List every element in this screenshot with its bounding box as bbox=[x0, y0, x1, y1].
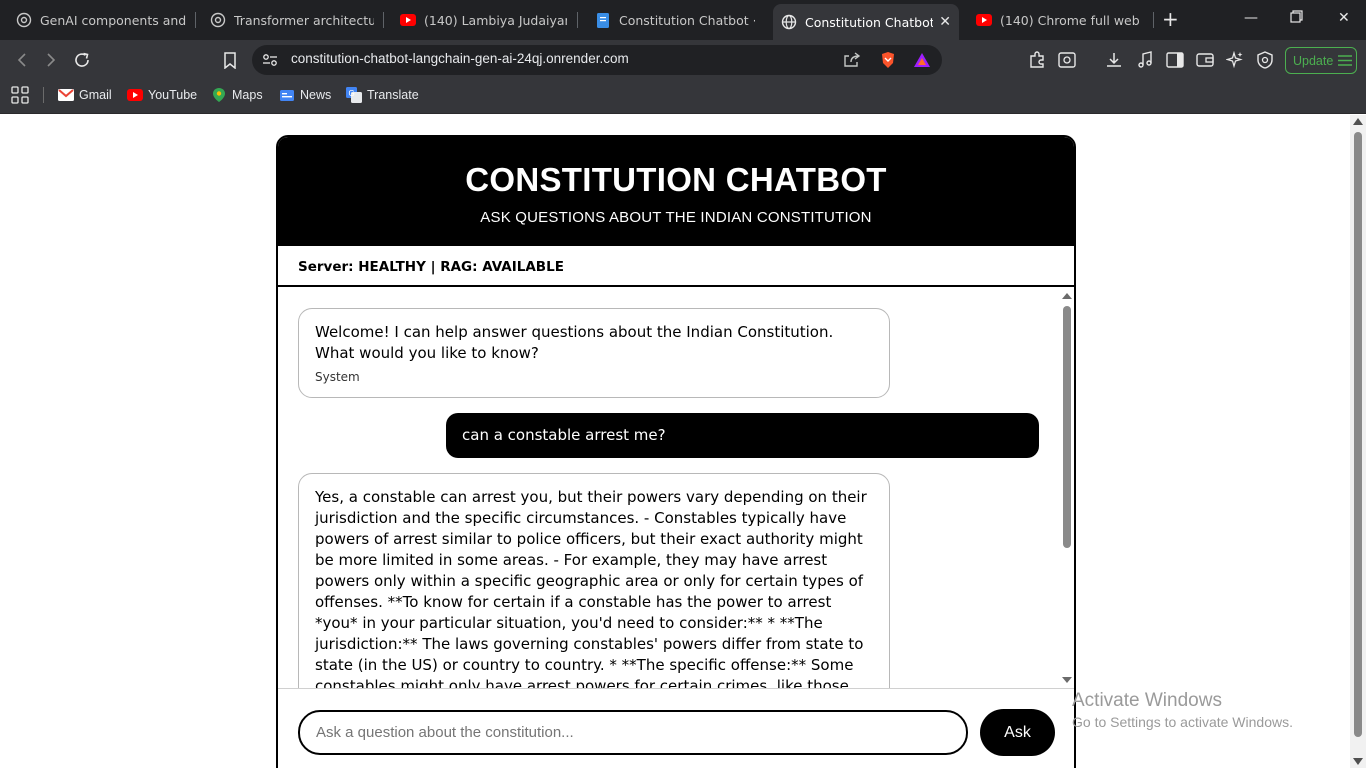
chatgpt-icon bbox=[210, 12, 226, 28]
app-header: CONSTITUTION CHATBOT ASK QUESTIONS ABOUT… bbox=[278, 137, 1074, 246]
question-input[interactable] bbox=[298, 710, 968, 755]
message-sender: System bbox=[315, 370, 360, 384]
youtube-icon bbox=[976, 12, 992, 28]
user-message: can a constable arrest me? bbox=[446, 413, 1039, 458]
input-bar: Ask bbox=[278, 688, 1074, 768]
page-viewport: CONSTITUTION CHATBOT ASK QUESTIONS ABOUT… bbox=[0, 115, 1350, 768]
bookmark-label: Gmail bbox=[79, 88, 112, 102]
brave-shield-icon[interactable] bbox=[878, 50, 898, 70]
page-subtitle: ASK QUESTIONS ABOUT THE INDIAN CONSTITUT… bbox=[480, 209, 872, 226]
tab-genai[interactable]: GenAI components and lea bbox=[8, 4, 194, 36]
document-icon bbox=[595, 12, 611, 28]
bot-message: Yes, a constable can arrest you, but the… bbox=[298, 473, 890, 688]
tab-transformer[interactable]: Transformer architecture ba bbox=[202, 4, 382, 36]
reload-icon[interactable] bbox=[72, 50, 92, 70]
page-scrollbar[interactable] bbox=[1350, 115, 1366, 768]
message-text: Welcome! I can help answer questions abo… bbox=[315, 323, 834, 362]
status-bar: Server: HEALTHY | RAG: AVAILABLE bbox=[278, 246, 1074, 287]
translate-icon: G bbox=[346, 87, 362, 103]
minimize-icon[interactable]: — bbox=[1244, 10, 1258, 26]
message-text: Yes, a constable can arrest you, but the… bbox=[315, 488, 867, 688]
update-button[interactable]: Update bbox=[1285, 47, 1357, 74]
tab-youtube-chrome[interactable]: (140) Chrome full webpage bbox=[968, 4, 1148, 36]
bookmark-label: Maps bbox=[232, 88, 263, 102]
tab-separator bbox=[383, 12, 384, 28]
tab-streamlit[interactable]: Constitution Chatbot · Strea bbox=[587, 4, 763, 36]
bookmark-separator bbox=[43, 87, 44, 103]
chatgpt-icon bbox=[16, 12, 32, 28]
youtube-icon bbox=[400, 12, 416, 28]
svg-text:G: G bbox=[349, 89, 355, 98]
chat-scrollbar[interactable] bbox=[1059, 288, 1074, 688]
bookmark-label: YouTube bbox=[148, 88, 198, 102]
youtube-icon bbox=[127, 88, 143, 102]
site-info-icon[interactable] bbox=[260, 50, 280, 70]
close-tab-icon[interactable]: ✕ bbox=[939, 14, 951, 30]
tab-constitution-chatbot[interactable]: Constitution Chatbot ✕ bbox=[773, 4, 959, 40]
tab-label: Constitution Chatbot · Strea bbox=[619, 12, 755, 28]
extensions-icon[interactable] bbox=[1027, 50, 1047, 70]
bookmark-news[interactable]: News bbox=[279, 87, 331, 103]
message-text: can a constable arrest me? bbox=[462, 426, 666, 444]
bookmark-youtube[interactable]: YouTube bbox=[127, 87, 197, 103]
new-tab-button[interactable]: + bbox=[1162, 9, 1179, 29]
tab-separator bbox=[195, 12, 196, 28]
bookmark-label: Translate bbox=[367, 88, 419, 102]
forward-icon[interactable] bbox=[41, 50, 61, 70]
media-icon[interactable] bbox=[1135, 50, 1155, 70]
tab-separator bbox=[577, 12, 578, 28]
chatbot-card: CONSTITUTION CHATBOT ASK QUESTIONS ABOUT… bbox=[276, 135, 1076, 768]
gmail-icon bbox=[58, 88, 74, 102]
tab-label: GenAI components and lea bbox=[40, 12, 186, 28]
scroll-down-arrow-icon[interactable] bbox=[1353, 758, 1363, 765]
bookmark-maps[interactable]: Maps bbox=[211, 87, 263, 103]
maps-icon bbox=[211, 88, 227, 102]
scroll-up-arrow-icon[interactable] bbox=[1062, 293, 1072, 299]
wallet-icon[interactable] bbox=[1195, 50, 1215, 70]
sidebar-icon[interactable] bbox=[1165, 50, 1185, 70]
globe-icon bbox=[781, 14, 797, 30]
bookmark-gmail[interactable]: Gmail bbox=[58, 87, 112, 103]
scroll-down-arrow-icon[interactable] bbox=[1062, 677, 1072, 683]
url-text[interactable]: constitution-chatbot-langchain-gen-ai-24… bbox=[291, 51, 629, 66]
watermark-title: Activate Windows bbox=[1072, 690, 1222, 711]
chat-history[interactable]: Welcome! I can help answer questions abo… bbox=[278, 288, 1074, 688]
menu-icon bbox=[1338, 55, 1353, 66]
update-label: Update bbox=[1293, 53, 1334, 68]
share-icon[interactable] bbox=[842, 50, 862, 70]
restore-icon[interactable] bbox=[1290, 10, 1303, 27]
bookmarks-bar bbox=[0, 80, 1366, 114]
news-icon bbox=[279, 88, 295, 102]
watermark-subtitle: Go to Settings to activate Windows. bbox=[1072, 714, 1293, 730]
scrollbar-thumb[interactable] bbox=[1354, 132, 1362, 737]
ask-button[interactable]: Ask bbox=[980, 709, 1055, 756]
status-text: Server: HEALTHY | RAG: AVAILABLE bbox=[298, 259, 564, 275]
back-icon[interactable] bbox=[12, 50, 32, 70]
reader-mode-icon[interactable] bbox=[1057, 50, 1077, 70]
windows-activation-watermark: Activate Windows Go to Settings to activ… bbox=[1072, 690, 1293, 730]
tab-label: Transformer architecture ba bbox=[234, 12, 374, 28]
page-title: CONSTITUTION CHATBOT bbox=[465, 161, 887, 198]
tab-label: (140) Chrome full webpage bbox=[1000, 12, 1140, 28]
tab-separator bbox=[1153, 12, 1154, 28]
tab-youtube-song[interactable]: (140) Lambiya Judaiyan ( Fu bbox=[392, 4, 575, 36]
apps-grid-icon[interactable] bbox=[10, 85, 30, 105]
tab-label: (140) Lambiya Judaiyan ( Fu bbox=[424, 12, 567, 28]
tab-label: Constitution Chatbot bbox=[805, 14, 934, 30]
scrollbar-thumb[interactable] bbox=[1063, 306, 1071, 548]
bookmark-label: News bbox=[300, 88, 332, 102]
download-icon[interactable] bbox=[1104, 50, 1124, 70]
scroll-up-arrow-icon[interactable] bbox=[1353, 118, 1363, 125]
system-message: Welcome! I can help answer questions abo… bbox=[298, 308, 890, 398]
vpn-icon[interactable] bbox=[1255, 50, 1275, 70]
leo-ai-icon[interactable] bbox=[1225, 50, 1245, 70]
brave-rewards-icon[interactable] bbox=[912, 50, 932, 70]
close-window-icon[interactable]: ✕ bbox=[1338, 10, 1350, 26]
bookmark-translate[interactable]: G Translate bbox=[346, 87, 419, 103]
bookmark-icon[interactable] bbox=[220, 50, 240, 70]
